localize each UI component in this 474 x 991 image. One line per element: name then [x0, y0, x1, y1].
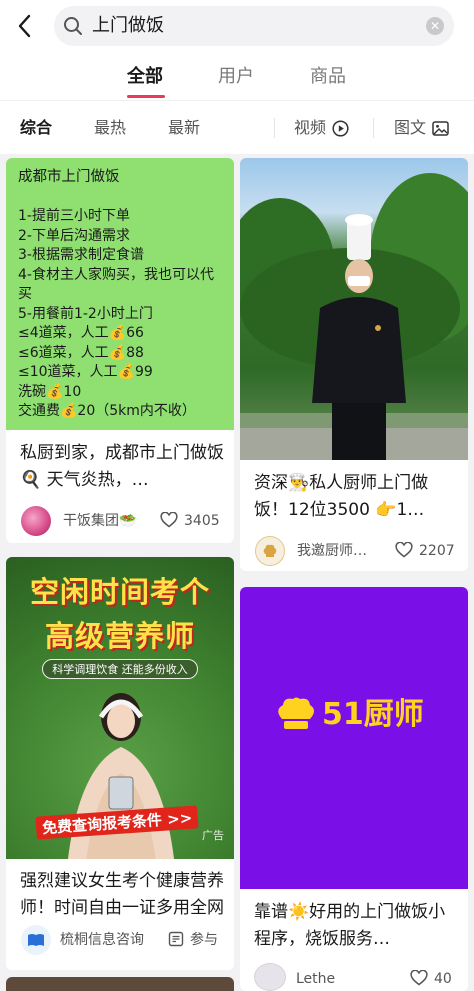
ad-headline-2: 高级营养师 [44, 619, 195, 653]
brand-logo-text: 51厨师 [322, 697, 424, 732]
note-card[interactable]: 资深👨‍🍳私人厨师上门做饭！12位3500 👉1… 我邀厨师… 2207 [240, 158, 468, 571]
chef-photo-scene [240, 173, 468, 460]
avatar[interactable] [255, 536, 285, 566]
search-input[interactable]: 上门做饭 [92, 14, 164, 38]
ad-card[interactable]: 空闲时间考个 高级营养师 科学调理饮食 还能多份收入 免费查询报考条件 >> 广… [6, 557, 234, 970]
avatar[interactable] [21, 925, 51, 955]
author-name[interactable]: 干饭集团🥗 [63, 511, 136, 531]
cover-text-line: 成都市上门做饭 [18, 169, 120, 185]
play-circle-icon [332, 120, 349, 137]
cover-text-line: 买 [18, 286, 32, 302]
cover-text-line: 3-根据需求制定食谱 [18, 247, 144, 263]
cover-text-line: 2-下单后沟通需求 [18, 227, 130, 244]
like-count[interactable]: 3405 [160, 511, 220, 531]
filter-hottest[interactable]: 最热 [94, 117, 126, 139]
cover-text-line: 4-食材主人家购买，我也可以代 [18, 266, 214, 283]
divider [274, 118, 275, 138]
filter-video[interactable]: 视频 [294, 117, 349, 139]
filter-video-label: 视频 [294, 118, 327, 137]
search-icon [64, 17, 82, 35]
active-tab-indicator [127, 95, 165, 98]
heart-icon [160, 512, 178, 528]
tab-users[interactable]: 用户 [218, 65, 254, 89]
divider [373, 118, 374, 138]
cover-text-line: ≤4道菜，人工💰66 [18, 325, 144, 341]
chef-hat-logo-icon [278, 697, 314, 729]
like-count[interactable]: 40 [410, 969, 452, 989]
cover-text-line: ≤6道菜，人工💰88 [18, 344, 144, 361]
avatar[interactable] [254, 963, 286, 991]
book-icon [28, 934, 44, 946]
filter-bar: 综合 最热 最新 视频 图文 [0, 100, 474, 154]
cover-text-line [18, 188, 226, 208]
like-count[interactable]: 2207 [395, 541, 455, 561]
filter-image-text[interactable]: 图文 [394, 117, 449, 139]
ad-subtitle: 科学调理饮食 还能多份收入 [42, 659, 198, 679]
heart-icon [395, 542, 413, 558]
note-title: 靠谱☀️好用的上门做饭小程序，烧饭服务… [254, 902, 446, 949]
clear-icon[interactable]: ✕ [426, 17, 444, 35]
avatar[interactable] [21, 506, 51, 536]
brand-cover: 51厨师 [240, 587, 468, 889]
note-cover-text-image: 成都市上门做饭 1-提前三小时下单 2-下单后沟通需求 3-根据需求制定食谱 4-食材… [6, 158, 234, 430]
author-name[interactable]: 我邀厨师… [297, 541, 367, 561]
cover-text-line: 交通费💰20（5km内不收） [18, 403, 196, 419]
participate-button[interactable]: 参与 [168, 930, 218, 950]
like-count-value: 2207 [419, 543, 455, 559]
ad-headline-1: 空闲时间考个 [29, 575, 210, 609]
top-bar: 上门做饭 ✕ [0, 0, 474, 54]
search-box[interactable]: 上门做饭 ✕ [54, 6, 454, 46]
chef-photo [240, 158, 468, 460]
note-title: 资深👨‍🍳私人厨师上门做饭！12位3500 👉1… [254, 473, 429, 520]
note-card[interactable] [6, 977, 234, 991]
image-icon [432, 121, 449, 136]
author-name[interactable]: 梳桐信息咨询 [60, 930, 144, 950]
tab-products[interactable]: 商品 [310, 65, 346, 89]
participate-label: 参与 [190, 932, 218, 948]
ad-banner: 空闲时间考个 高级营养师 科学调理饮食 还能多份收入 免费查询报考条件 >> 广… [6, 557, 234, 859]
note-title: 强烈建议女生考个健康营养师！时间自由一证多用全网 [20, 871, 224, 918]
ad-label: 广告 [202, 829, 224, 842]
filter-image-text-label: 图文 [394, 118, 427, 137]
back-arrow-icon [18, 14, 31, 38]
chef-hat-icon [263, 544, 277, 557]
note-card[interactable]: 51厨师 靠谱☀️好用的上门做饭小程序，烧饭服务… Lethe 40 [240, 587, 468, 991]
note-title: 私厨到家，成都市上门做饭🍳 天气炎热，… [20, 443, 224, 490]
result-tabs: 全部 用户 商品 [0, 54, 474, 100]
cover-text-line: 洗碗💰10 [18, 383, 82, 400]
heart-icon [410, 970, 428, 986]
filter-comprehensive[interactable]: 综合 [20, 117, 52, 139]
cover-text-line: 1-提前三小时下单 [18, 208, 130, 224]
form-icon [168, 931, 184, 947]
note-card[interactable]: 成都市上门做饭 1-提前三小时下单 2-下单后沟通需求 3-根据需求制定食谱 4-食材… [6, 158, 234, 543]
tab-all[interactable]: 全部 [127, 65, 163, 89]
author-name[interactable]: Lethe [296, 969, 335, 989]
back-button[interactable] [10, 11, 38, 41]
cover-text-block: 成都市上门做饭 1-提前三小时下单 2-下单后沟通需求 3-根据需求制定食谱 4-食材… [18, 168, 226, 422]
like-count-value: 3405 [184, 513, 220, 529]
cover-text-line: 5-用餐前1-2小时上门 [18, 305, 153, 322]
filter-newest[interactable]: 最新 [168, 117, 200, 139]
like-count-value: 40 [434, 971, 452, 987]
cover-text-line: ≤10道菜，人工💰99 [18, 364, 153, 380]
